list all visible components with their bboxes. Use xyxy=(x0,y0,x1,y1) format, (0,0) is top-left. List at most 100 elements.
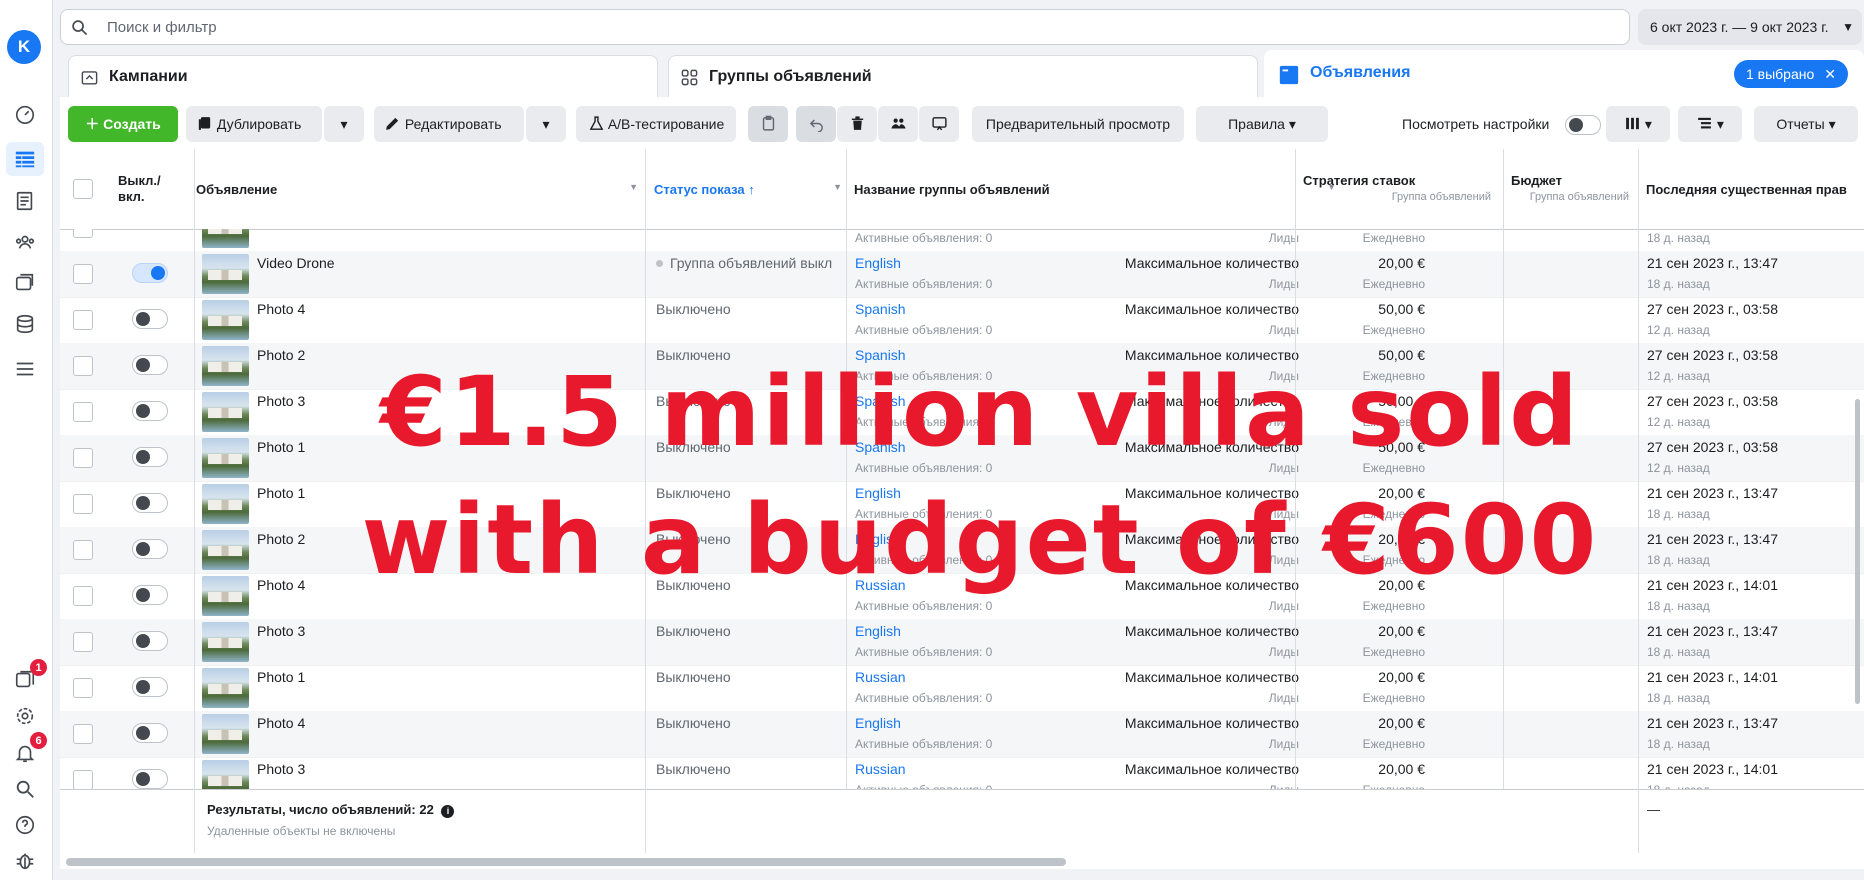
ad-name[interactable]: Photo 3 xyxy=(257,623,305,639)
table-row[interactable]: Photo 1 Выключено Spanish Активные объявлен… xyxy=(60,435,1864,482)
vertical-scrollbar[interactable] xyxy=(1855,399,1860,704)
bug-report-icon[interactable] xyxy=(12,848,38,874)
table-row[interactable]: Photo 4 Выключено Russian Активные объявлен… xyxy=(60,573,1864,620)
horizontal-scrollbar[interactable] xyxy=(66,858,1066,866)
ad-name[interactable]: Photo 1 xyxy=(257,669,305,685)
table-row[interactable]: Photo 4 Выключено English Активные объявлен… xyxy=(60,711,1864,758)
column-divider[interactable] xyxy=(846,149,847,789)
tab-adsets[interactable]: Группы объявлений xyxy=(668,55,1258,97)
ad-on-off-toggle[interactable] xyxy=(132,401,168,421)
table-row[interactable]: Photo 4 Выключено Spanish Активные объявлен… xyxy=(60,297,1864,344)
ad-name[interactable]: Video Drone xyxy=(257,255,335,271)
table-row[interactable]: Photo 1 Выключено Russian Активные объявлен… xyxy=(60,665,1864,712)
header-status[interactable]: Статус показа ↑ ▼ xyxy=(654,149,850,229)
adset-link[interactable]: Spanish xyxy=(855,347,906,363)
ad-name[interactable]: Photo 2 xyxy=(257,347,305,363)
table-row[interactable]: Photo 3ВыключеноRussianАктивные объявлен… xyxy=(60,757,1864,789)
ad-name[interactable]: Photo 2 xyxy=(257,531,305,547)
ad-name[interactable]: Photo 4 xyxy=(257,715,305,731)
ad-on-off-toggle[interactable] xyxy=(132,539,168,559)
ad-on-off-toggle[interactable] xyxy=(132,769,168,789)
rules-button[interactable]: Правила ▾ xyxy=(1196,106,1328,142)
help-icon[interactable] xyxy=(12,812,38,838)
ad-on-off-toggle[interactable] xyxy=(132,447,168,467)
edit-button[interactable]: Редактировать xyxy=(374,106,524,142)
adset-link[interactable]: English xyxy=(855,255,901,271)
ad-name[interactable]: Photo 1 xyxy=(257,439,305,455)
ad-on-off-toggle[interactable] xyxy=(132,723,168,743)
row-checkbox[interactable] xyxy=(73,448,93,468)
table-row[interactable]: Photo 3 Выключено English Активные объявлен… xyxy=(60,619,1864,666)
header-last-edit[interactable]: Последняя существенная прав xyxy=(1646,149,1864,229)
ad-on-off-toggle[interactable] xyxy=(132,585,168,605)
ab-test-button[interactable]: A/B-тестирование xyxy=(576,106,736,142)
adset-link[interactable]: Spanish xyxy=(855,439,906,455)
row-checkbox[interactable] xyxy=(73,632,93,652)
table-row[interactable]: Photo 2 Выключено Spanish Активные объявлен… xyxy=(60,343,1864,390)
audiences-icon[interactable] xyxy=(12,229,38,255)
column-divider[interactable] xyxy=(645,149,646,853)
header-adset-name[interactable]: Название группы объявлений ▼ xyxy=(854,149,1344,229)
selected-count-chip[interactable]: 1 выбрано ✕ xyxy=(1733,60,1848,88)
ad-on-off-toggle[interactable] xyxy=(132,631,168,651)
row-checkbox[interactable] xyxy=(73,402,93,422)
column-divider[interactable] xyxy=(1295,149,1296,789)
search-icon[interactable] xyxy=(12,776,38,802)
row-checkbox[interactable] xyxy=(73,586,93,606)
ad-on-off-toggle[interactable] xyxy=(132,309,168,329)
row-checkbox[interactable] xyxy=(73,724,93,744)
clipboard-button[interactable] xyxy=(748,106,788,142)
row-checkbox[interactable] xyxy=(73,310,93,330)
row-checkbox[interactable] xyxy=(73,494,93,514)
table-row[interactable]: Photo 1 Выключено English Активные объявлен… xyxy=(60,481,1864,528)
duplicate-button[interactable]: Дублировать xyxy=(186,106,322,142)
account-avatar[interactable]: K xyxy=(7,30,41,64)
pages-icon[interactable] xyxy=(12,188,38,214)
menu-icon[interactable] xyxy=(12,356,38,382)
catalog-icon[interactable] xyxy=(12,270,38,296)
date-range-picker[interactable]: 6 окт 2023 г. — 9 окт 2023 г. ▼ xyxy=(1638,9,1862,45)
select-all-checkbox[interactable] xyxy=(73,179,93,199)
breakdown-button[interactable]: ▾ xyxy=(1678,106,1742,142)
ad-name[interactable]: Photo 4 xyxy=(257,577,305,593)
row-checkbox[interactable] xyxy=(73,229,93,238)
delete-button[interactable] xyxy=(837,106,877,142)
column-divider[interactable] xyxy=(1503,149,1504,789)
reports-button[interactable]: Отчеты ▾ xyxy=(1754,106,1858,142)
header-bid-strategy[interactable]: Стратегия ставок Группа объявлений xyxy=(1303,149,1497,229)
adset-link[interactable]: Russian xyxy=(855,669,906,685)
info-icon[interactable]: i xyxy=(441,805,455,818)
row-checkbox[interactable] xyxy=(73,540,93,560)
undo-button[interactable] xyxy=(796,106,836,142)
ad-on-off-toggle[interactable] xyxy=(132,677,168,697)
ad-on-off-toggle[interactable] xyxy=(132,493,168,513)
row-checkbox[interactable] xyxy=(73,264,93,284)
search-filter-input[interactable]: Поиск и фильтр xyxy=(60,9,1630,45)
view-settings-toggle[interactable] xyxy=(1565,115,1602,136)
adset-link[interactable]: Spanish xyxy=(855,393,906,409)
row-checkbox[interactable] xyxy=(73,770,93,789)
billing-icon[interactable] xyxy=(12,311,38,337)
header-budget[interactable]: Бюджет Группа объявлений xyxy=(1511,149,1635,229)
tab-campaigns[interactable]: Кампании xyxy=(68,55,658,97)
ad-name[interactable]: Photo 3 xyxy=(257,761,305,777)
ad-name[interactable]: Photo 3 xyxy=(257,393,305,409)
settings-gear-icon[interactable] xyxy=(12,703,38,729)
ads-manager-table-icon[interactable] xyxy=(6,142,44,176)
share-button[interactable] xyxy=(878,106,918,142)
adset-link[interactable]: Spanish xyxy=(855,301,906,317)
adset-link[interactable]: English xyxy=(855,715,901,731)
adset-link[interactable]: Russian xyxy=(855,761,906,777)
create-button[interactable]: ＋ Создать xyxy=(68,106,178,142)
column-divider[interactable] xyxy=(194,149,195,853)
ad-name[interactable]: Photo 1 xyxy=(257,485,305,501)
edit-dropdown-button[interactable]: ▾ xyxy=(526,106,566,142)
column-divider[interactable] xyxy=(1638,149,1639,853)
clear-selection-close-icon[interactable]: ✕ xyxy=(1824,66,1836,82)
ad-on-off-toggle[interactable] xyxy=(132,355,168,375)
preview-ad-button[interactable] xyxy=(919,106,959,142)
notifications-bell-icon[interactable]: 6 xyxy=(12,732,47,766)
duplicate-dropdown-button[interactable]: ▾ xyxy=(324,106,364,142)
adset-link[interactable]: English xyxy=(855,485,901,501)
header-ad[interactable]: Объявление ▼ xyxy=(196,149,646,229)
